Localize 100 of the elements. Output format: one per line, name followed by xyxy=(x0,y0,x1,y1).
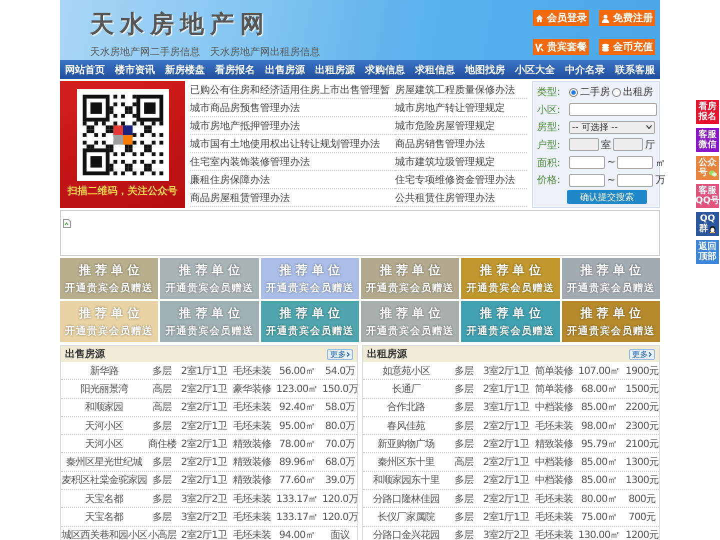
article-link[interactable]: 城市国有土地使用权出让转让规划管理办法 xyxy=(190,135,395,153)
article-link[interactable]: 已购公有住房和经济适用住房上市出售管理暂 xyxy=(190,81,395,99)
nav-link[interactable]: 出租房源 xyxy=(310,60,360,79)
nav-link[interactable]: 网站首页 xyxy=(60,60,110,79)
article-link[interactable]: 城市房地产转让管理规定 xyxy=(395,99,527,117)
table-cell-text: 中档装修 xyxy=(534,474,574,488)
table-cell[interactable]: 秦州区星光世纪城 xyxy=(61,455,147,470)
table-cell-text: 2室2厅1卫 xyxy=(180,382,228,396)
article-link[interactable]: 城市建筑垃圾管理规定 xyxy=(395,153,527,171)
max-input[interactable] xyxy=(617,174,654,187)
tile-title: 推 荐 单 位 xyxy=(380,305,440,322)
table-cell[interactable]: 如意苑小区 xyxy=(363,364,449,378)
nav-link[interactable]: 小区大全 xyxy=(510,60,560,79)
tile-subtitle: 开通贵宾会员赠送 xyxy=(466,281,554,295)
community-input[interactable] xyxy=(569,103,657,116)
table-cell-text: 58.0万 xyxy=(324,401,356,414)
article-link[interactable]: 公共租赁住房管理办法 xyxy=(395,189,527,207)
tile-title: 推 荐 单 位 xyxy=(580,305,642,322)
table-cell-text: 2室2厅1卫 xyxy=(482,420,530,433)
table-cell-text: 2室2厅1卫 xyxy=(180,474,228,488)
table-cell-text: 2室2厅1卫 xyxy=(180,456,228,470)
nav-link[interactable]: 地图找房 xyxy=(460,60,510,79)
rooms-select[interactable] xyxy=(569,138,599,152)
nav-link[interactable]: 求租信息 xyxy=(410,60,460,79)
site-subtitle: 天水房地产网出租房信息 xyxy=(210,46,320,59)
article-link[interactable]: 商品房销售管理办法 xyxy=(395,135,527,153)
vip-icon xyxy=(535,42,544,52)
table-cell[interactable]: 长通厂 xyxy=(363,382,449,396)
article-link[interactable]: 房屋建筑工程质量保修办法 xyxy=(395,81,527,99)
article-link[interactable]: 城市商品房预售管理办法 xyxy=(190,99,395,117)
table-cell-text: 1300元 xyxy=(624,456,660,470)
table-cell[interactable]: 新亚购物广场 xyxy=(363,436,449,451)
table-cell[interactable]: 和顺家园东十里 xyxy=(363,473,449,488)
table-cell[interactable]: 新华路 xyxy=(61,364,147,378)
table-cell-text: 1200元 xyxy=(624,529,660,540)
table-cell-text: 多层 xyxy=(454,438,474,451)
table-cell[interactable]: 分路口隆林佳园 xyxy=(363,492,449,506)
min-input[interactable] xyxy=(569,156,605,170)
more-link[interactable]: 更多 xyxy=(327,348,353,360)
side-button[interactable]: QQ 群 xyxy=(696,212,719,236)
table-cell[interactable]: 分路口金兴花园 xyxy=(363,528,449,540)
field-label: 价格: xyxy=(537,174,562,188)
more-link[interactable]: 更多 xyxy=(629,348,655,360)
side-button[interactable]: 客服 微信 xyxy=(696,128,719,152)
halls-select[interactable] xyxy=(613,138,643,152)
table-cell-text: 多层 xyxy=(152,364,172,378)
home-icon xyxy=(535,14,544,22)
article-link[interactable]: 城市危险房屋管理规定 xyxy=(395,117,527,135)
nav-link[interactable]: 楼市资讯 xyxy=(110,60,160,79)
table-cell-text: 面议 xyxy=(330,528,350,540)
article-link[interactable]: 城市房地产抵押管理办法 xyxy=(190,117,395,135)
table-cell[interactable]: 合作北路 xyxy=(363,400,449,414)
room-type-select[interactable]: -- 可选择 -- xyxy=(569,120,655,134)
article-link[interactable]: 廉租住房保障办法 xyxy=(190,171,395,189)
radio-button[interactable] xyxy=(569,88,578,97)
tile-title: 推 荐 单 位 xyxy=(380,262,440,279)
nav-link[interactable]: 联系客服 xyxy=(610,60,660,79)
side-button[interactable]: 看房 报名 xyxy=(696,100,719,124)
table-cell[interactable]: 麦积区社棠金驼家园 xyxy=(61,473,147,488)
field-label: 房型: xyxy=(537,120,562,134)
table-cell-text: 2室2厅1卫 xyxy=(180,528,228,540)
table-cell-text: 多层 xyxy=(454,382,474,396)
table-cell[interactable]: 秦州区东十里 xyxy=(363,455,449,470)
field-label: 户型: xyxy=(537,138,562,152)
article-link[interactable]: 住宅专项维修资金管理办法 xyxy=(395,171,527,189)
table-cell-text: 高层 xyxy=(152,382,172,396)
submit-button[interactable]: 确认提交搜索 xyxy=(567,190,647,204)
nav-link[interactable]: 新房楼盘 xyxy=(160,60,210,79)
nav-link[interactable]: 出售房源 xyxy=(260,60,310,79)
min-input[interactable] xyxy=(569,174,605,187)
table-cell[interactable]: 天河小区 xyxy=(61,436,147,451)
table-cell-text: 精致装修 xyxy=(534,438,574,451)
table-cell-text: 毛坯未装 xyxy=(534,528,574,540)
side-button[interactable]: 返回 顶部 xyxy=(696,240,719,264)
tile-subtitle: 开通贵宾会员赠送 xyxy=(466,324,554,338)
max-input[interactable] xyxy=(617,156,654,170)
table-cell[interactable]: 春风佳苑 xyxy=(363,418,449,433)
table-cell-text: 多层 xyxy=(152,456,172,470)
table-cell-text: 3室2厅2卫 xyxy=(482,528,530,540)
nav-link[interactable]: 中介名录 xyxy=(560,60,610,79)
nav-link[interactable]: 求购信息 xyxy=(360,60,410,79)
table-cell[interactable]: 天河小区 xyxy=(61,418,147,433)
table-cell-text: 精致装修 xyxy=(232,456,272,470)
table-cell[interactable]: 长仪厂家属院 xyxy=(363,510,449,524)
table-cell[interactable]: 天宝名都 xyxy=(61,492,147,506)
article-link[interactable]: 商品房屋租赁管理办法 xyxy=(190,189,395,207)
article-link[interactable]: 住宅室内装饰装修管理办法 xyxy=(190,153,395,171)
table-cell[interactable]: 天宝名都 xyxy=(61,510,147,524)
table-cell-text: 精致装修 xyxy=(232,474,272,488)
nav-link[interactable]: 看房报名 xyxy=(210,60,260,79)
table-cell[interactable]: 和顺家园 xyxy=(61,400,147,414)
tile-title: 推 荐 单 位 xyxy=(179,262,240,279)
panel-title: 出售房源 xyxy=(65,347,105,361)
table-cell-text: 毛坯未装 xyxy=(232,400,272,414)
table-cell[interactable]: 阳光丽景湾 xyxy=(61,382,147,396)
table-cell-text: 多层 xyxy=(454,511,474,524)
side-button[interactable]: 客服 QQ号 xyxy=(696,184,719,208)
tile-title: 推 荐 单 位 xyxy=(280,305,340,322)
table-cell[interactable]: 城区西关巷和园小区 xyxy=(61,528,147,540)
radio-button[interactable] xyxy=(612,88,621,97)
